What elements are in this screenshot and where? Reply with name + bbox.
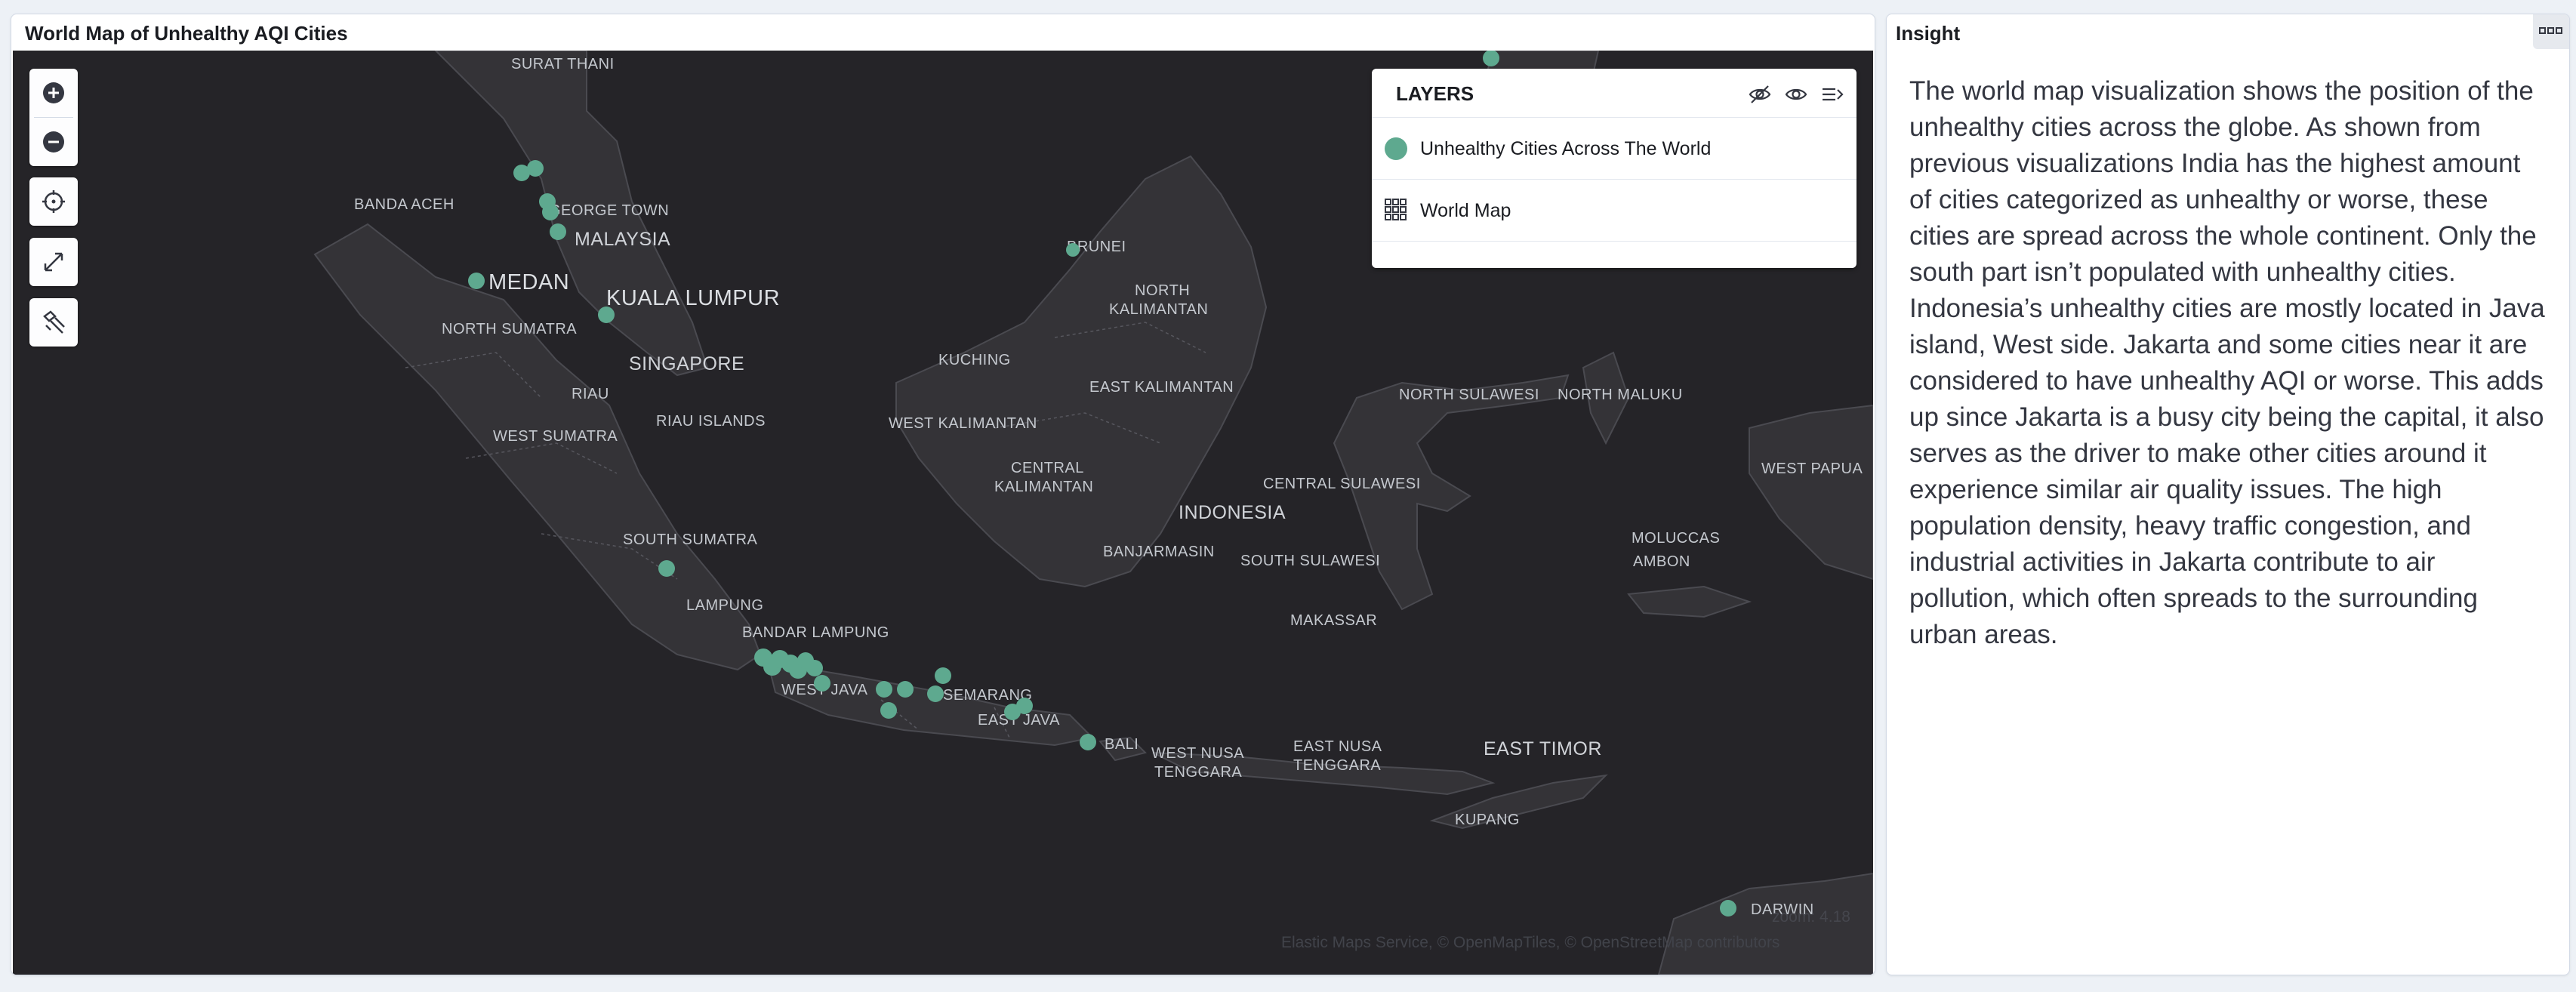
label-banda-aceh: BANDA ACEH: [354, 196, 454, 213]
city-point: [658, 560, 675, 577]
city-point: [1720, 900, 1736, 917]
label-east-timor: EAST TIMOR: [1484, 738, 1602, 759]
minus-circle-icon: [43, 131, 64, 152]
label-central-sulawesi: CENTRAL SULAWESI: [1263, 476, 1421, 492]
label-indonesia: INDONESIA: [1179, 502, 1286, 523]
zoom-readout: zoom: 4.18: [1772, 908, 1850, 926]
label-south-sulawesi: SOUTH SULAWESI: [1240, 553, 1380, 569]
label-north-sumatra: NORTH SUMATRA: [442, 321, 577, 337]
fullscreen-button[interactable]: [29, 238, 78, 286]
city-point: [935, 667, 951, 684]
label-north-maluku: NORTH MALUKU: [1558, 387, 1683, 403]
collapse-panel-icon: [1823, 88, 1844, 101]
city-point: [598, 307, 615, 323]
label-west-papua: WEST PAPUA: [1761, 461, 1863, 477]
city-point: [550, 223, 566, 240]
label-kuching: KUCHING: [938, 352, 1011, 368]
label-central-kalimantan-2: KALIMANTAN: [994, 479, 1093, 495]
draw-control: [29, 298, 78, 347]
label-north-kalimantan-2: KALIMANTAN: [1109, 301, 1208, 318]
show-all-layers-button[interactable]: [1784, 82, 1808, 106]
label-riau-islands: RIAU ISLANDS: [656, 413, 766, 430]
label-east-nusa-1: EAST NUSA: [1293, 738, 1382, 755]
city-point: [468, 273, 485, 289]
label-west-nusa-1: WEST NUSA: [1151, 745, 1244, 762]
layer-row-unhealthy-cities[interactable]: Unhealthy Cities Across The World: [1372, 119, 1857, 179]
hide-all-layers-button[interactable]: [1748, 82, 1772, 106]
label-banjarmasin: BANJARMASIN: [1103, 544, 1215, 560]
city-point: [1016, 698, 1033, 714]
layers-panel-title: LAYERS: [1396, 82, 1474, 105]
circle-point-icon: [1385, 137, 1407, 160]
eye-icon: [1785, 88, 1807, 100]
label-lampung: LAMPUNG: [686, 597, 763, 614]
zoom-out-button[interactable]: [29, 118, 78, 166]
grid-tiles-icon: [1385, 199, 1407, 220]
label-south-sumatra: SOUTH SUMATRA: [623, 531, 758, 548]
panel-options-button[interactable]: [2533, 14, 2569, 49]
layer-row-world-map[interactable]: World Map: [1372, 180, 1857, 241]
city-point: [1080, 734, 1096, 750]
label-north-sulawesi: NORTH SULAWESI: [1399, 387, 1539, 403]
label-riau: RIAU: [572, 386, 609, 402]
zoom-controls: [29, 69, 78, 166]
layer-label: World Map: [1420, 200, 1511, 221]
label-singapore: SINGAPORE: [629, 353, 744, 374]
city-point: [897, 681, 914, 698]
label-makassar: MAKASSAR: [1290, 612, 1377, 629]
layer-label: Unhealthy Cities Across The World: [1420, 138, 1712, 159]
city-point: [814, 675, 830, 692]
label-east-nusa-2: TENGGARA: [1293, 757, 1381, 774]
label-malaysia: MALAYSIA: [575, 229, 670, 250]
map-attribution[interactable]: Elastic Maps Service, © OpenMapTiles, © …: [1281, 934, 1779, 952]
draw-tool-icon: [43, 310, 65, 334]
crosshair-icon: [42, 190, 65, 213]
label-bandar-lampung: BANDAR LAMPUNG: [742, 624, 889, 641]
attribution-link[interactable]: Elastic Maps Service, © OpenMapTiles, © …: [1281, 934, 1779, 951]
label-bali: BALI: [1105, 736, 1139, 753]
label-kupang: KUPANG: [1455, 812, 1520, 828]
city-point: [1483, 51, 1499, 66]
label-medan: MEDAN: [488, 270, 569, 294]
city-point: [527, 160, 544, 177]
expand-icon: [44, 252, 63, 272]
layers-panel: LAYERS Unhealthy Cities Across The World…: [1372, 69, 1857, 268]
label-west-kalimantan: WEST KALIMANTAN: [889, 415, 1037, 432]
label-surat-thani: SURAT THANI: [511, 56, 615, 72]
locate-control: [29, 177, 78, 226]
city-point: [1066, 243, 1080, 257]
fullscreen-control: [29, 238, 78, 286]
label-north-kalimantan-1: NORTH: [1135, 282, 1190, 299]
insight-panel: Insight The world map visualization show…: [1886, 14, 2570, 975]
eye-closed-icon: [1749, 85, 1771, 103]
map-panel-title: World Map of Unhealthy AQI Cities: [25, 22, 348, 45]
city-point: [927, 685, 944, 702]
label-east-kalimantan: EAST KALIMANTAN: [1089, 379, 1234, 396]
map-panel: World Map of Unhealthy AQI Cities SURAT …: [11, 14, 1875, 975]
map-canvas[interactable]: SURAT THANI BANDA ACEH GEORGE TOWN MALAY…: [13, 51, 1873, 975]
plus-circle-icon: [43, 82, 64, 103]
label-west-sumatra: WEST SUMATRA: [493, 428, 618, 445]
insight-text: The world map visualization shows the po…: [1909, 76, 2545, 649]
label-kuala-lumpur: KUALA LUMPUR: [606, 286, 780, 310]
label-george-town: GEORGE TOWN: [549, 202, 669, 219]
zoom-in-button[interactable]: [29, 69, 78, 117]
city-point: [806, 660, 823, 676]
city-point: [876, 681, 892, 698]
collapse-layers-button[interactable]: [1820, 82, 1844, 106]
label-ambon: AMBON: [1633, 553, 1690, 570]
draw-tools-button[interactable]: [29, 298, 78, 347]
ellipsis-icon: [2539, 27, 2562, 34]
label-moluccas: MOLUCCAS: [1632, 530, 1720, 547]
label-central-kalimantan-1: CENTRAL: [1011, 460, 1084, 476]
city-point: [880, 702, 897, 719]
insight-panel-title: Insight: [1896, 22, 1961, 45]
label-west-nusa-2: TENGGARA: [1154, 764, 1242, 781]
locate-button[interactable]: [29, 177, 78, 226]
city-point: [542, 204, 559, 220]
